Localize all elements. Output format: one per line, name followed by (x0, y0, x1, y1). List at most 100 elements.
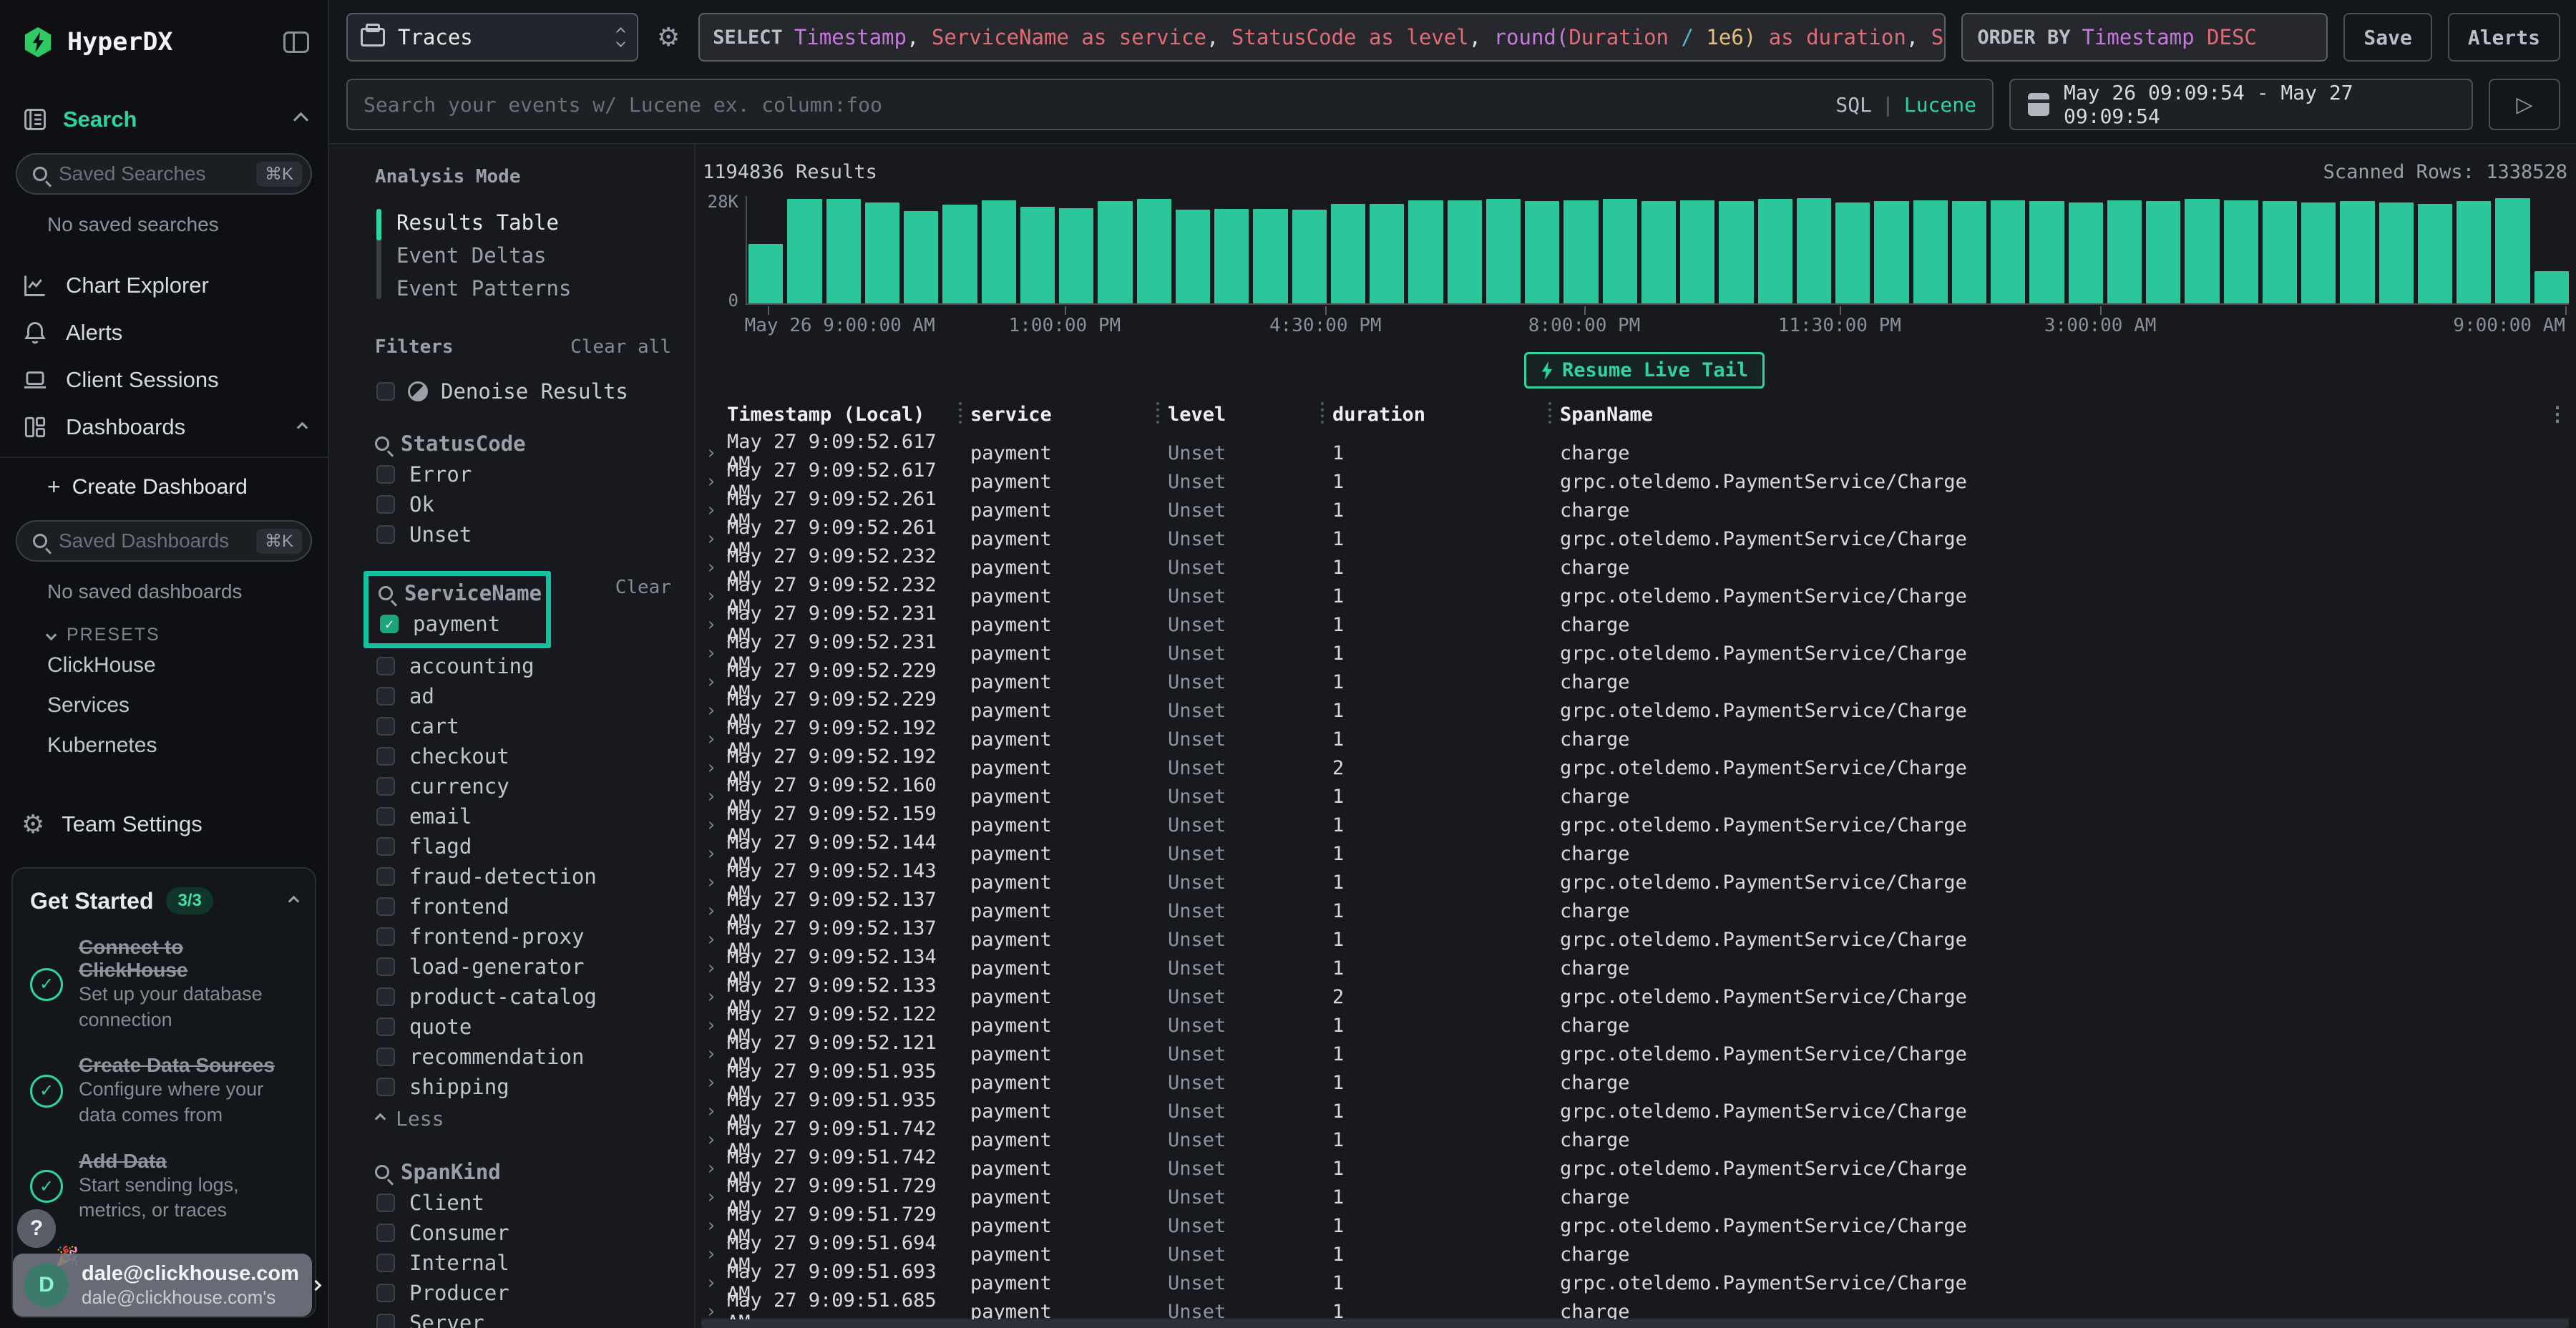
horizontal-scrollbar[interactable] (701, 1319, 2569, 1328)
row-expand-icon[interactable]: › (701, 700, 727, 721)
get-started-step-connect[interactable]: ✓ Connect to ClickHouse Set up your data… (30, 936, 298, 1032)
filter-option-checkout[interactable]: checkout (375, 741, 675, 771)
checkbox[interactable] (376, 465, 395, 484)
query-settings-button[interactable]: ⚙ (654, 13, 683, 62)
row-expand-icon[interactable]: › (701, 499, 727, 521)
time-range-picker[interactable]: May 26 09:09:54 - May 27 09:09:54 (2009, 79, 2473, 130)
results-histogram[interactable]: 28K 0 May 26 9:00:00 AM1:00:00 PM4:30:00… (701, 196, 2569, 333)
row-expand-icon[interactable]: › (701, 643, 727, 664)
row-expand-icon[interactable]: › (701, 528, 727, 550)
order-by-editor[interactable]: ORDER BY Timestamp DESC (1961, 13, 2328, 62)
alerts-button[interactable]: Alerts (2448, 13, 2560, 62)
checkbox-checked[interactable] (380, 615, 399, 633)
table-row[interactable]: ›May 27 9:09:52.617 AMpaymentUnset1charg… (701, 431, 2569, 459)
checkbox[interactable] (376, 1314, 395, 1328)
checkbox[interactable] (376, 747, 395, 766)
filter-option-payment[interactable]: payment (379, 609, 539, 639)
row-expand-icon[interactable]: › (701, 1072, 727, 1093)
histogram-bar[interactable] (2495, 198, 2529, 303)
analysis-mode-option[interactable]: Results Table (396, 206, 675, 239)
sidebar-item-services[interactable]: Services (47, 685, 328, 726)
histogram-bar[interactable] (1176, 210, 1210, 303)
histogram-bar[interactable] (748, 244, 783, 303)
filter-option-accounting[interactable]: accounting (375, 651, 675, 681)
checkbox[interactable] (376, 957, 395, 976)
sidebar-item-alerts[interactable]: Alerts (0, 309, 328, 356)
run-query-button[interactable]: ▷ (2489, 79, 2560, 130)
checkbox[interactable] (376, 1048, 395, 1066)
histogram-bar[interactable] (942, 205, 977, 303)
row-expand-icon[interactable]: › (701, 1244, 727, 1265)
row-expand-icon[interactable]: › (701, 986, 727, 1007)
source-select[interactable]: Traces (346, 13, 638, 62)
filter-option-quote[interactable]: quote (375, 1012, 675, 1042)
row-expand-icon[interactable]: › (701, 1186, 727, 1208)
histogram-bar[interactable] (787, 199, 821, 303)
checkbox[interactable] (376, 1284, 395, 1302)
histogram-bar[interactable] (1758, 199, 1792, 303)
checkbox[interactable] (376, 927, 395, 946)
filter-option-recommendation[interactable]: recommendation (375, 1042, 675, 1072)
row-expand-icon[interactable]: › (701, 1100, 727, 1122)
checkbox[interactable] (376, 525, 395, 544)
histogram-bar[interactable] (1137, 199, 1171, 303)
checkbox[interactable] (376, 897, 395, 916)
histogram-bar[interactable] (2418, 204, 2452, 303)
show-less-button[interactable]: Less (375, 1102, 675, 1135)
checkbox[interactable] (376, 867, 395, 886)
histogram-bar[interactable] (1563, 200, 1598, 303)
lang-sql-toggle[interactable]: SQL (1835, 93, 1872, 117)
get-started-header[interactable]: Get Started 3/3 (30, 887, 298, 914)
filter-option-ad[interactable]: ad (375, 681, 675, 711)
clear-filter-button[interactable]: Clear (615, 577, 671, 598)
clear-all-button[interactable]: Clear all (570, 336, 671, 358)
histogram-bar[interactable] (2029, 201, 2064, 303)
histogram-bar[interactable] (1680, 200, 1714, 303)
filter-option-shipping[interactable]: shipping (375, 1072, 675, 1102)
filter-option-internal[interactable]: Internal (375, 1248, 675, 1278)
filter-option-flagd[interactable]: flagd (375, 831, 675, 861)
histogram-bar[interactable] (2263, 201, 2297, 303)
histogram-bar[interactable] (2107, 200, 2142, 303)
sql-select-editor[interactable]: SELECT Timestamp, ServiceName as service… (698, 13, 1946, 62)
histogram-bar[interactable] (865, 202, 899, 303)
histogram-bar[interactable] (1020, 207, 1055, 303)
row-expand-icon[interactable]: › (701, 1272, 727, 1294)
column-header-duration[interactable]: duration (1332, 404, 1560, 426)
checkbox[interactable] (376, 1224, 395, 1242)
column-options-icon[interactable]: ⋮ (2547, 402, 2567, 426)
histogram-bar[interactable] (1331, 204, 1365, 303)
filter-option-error[interactable]: Error (375, 459, 675, 489)
histogram-bar[interactable] (1719, 201, 1753, 303)
row-expand-icon[interactable]: › (701, 557, 727, 578)
get-started-step-datasources[interactable]: ✓ Create Data Sources Configure where yo… (30, 1054, 298, 1128)
histogram-bar[interactable] (1370, 204, 1404, 303)
checkbox[interactable] (376, 807, 395, 826)
histogram-bar[interactable] (2301, 202, 2336, 303)
denoise-checkbox[interactable] (376, 382, 395, 401)
row-expand-icon[interactable]: › (701, 757, 727, 778)
histogram-bar[interactable] (1874, 201, 1908, 303)
row-expand-icon[interactable]: › (701, 872, 727, 893)
histogram-bar[interactable] (1603, 199, 1637, 303)
filter-option-load-generator[interactable]: load-generator (375, 952, 675, 982)
sidebar-item-kubernetes[interactable]: Kubernetes (47, 726, 328, 766)
sidebar-item-dashboards[interactable]: Dashboards (0, 404, 328, 451)
row-expand-icon[interactable]: › (701, 814, 727, 836)
denoise-results-toggle[interactable]: Denoise Results (376, 379, 675, 404)
row-expand-icon[interactable]: › (701, 471, 727, 492)
row-expand-icon[interactable]: › (701, 671, 727, 693)
histogram-bar[interactable] (826, 199, 861, 303)
histogram-bar[interactable] (1214, 209, 1249, 303)
sidebar-collapse-icon[interactable] (283, 31, 309, 53)
histogram-bar[interactable] (1797, 198, 1831, 303)
checkbox[interactable] (376, 687, 395, 706)
event-search-input[interactable]: Search your events w/ Lucene ex. column:… (346, 79, 1994, 130)
column-header-spanname[interactable]: SpanName (1560, 404, 2569, 426)
checkbox[interactable] (376, 495, 395, 514)
histogram-bar[interactable] (1913, 200, 1948, 303)
histogram-bar[interactable] (904, 211, 938, 303)
row-expand-icon[interactable]: › (701, 442, 727, 464)
histogram-bar[interactable] (1059, 208, 1093, 303)
help-button[interactable]: ? (17, 1209, 56, 1248)
